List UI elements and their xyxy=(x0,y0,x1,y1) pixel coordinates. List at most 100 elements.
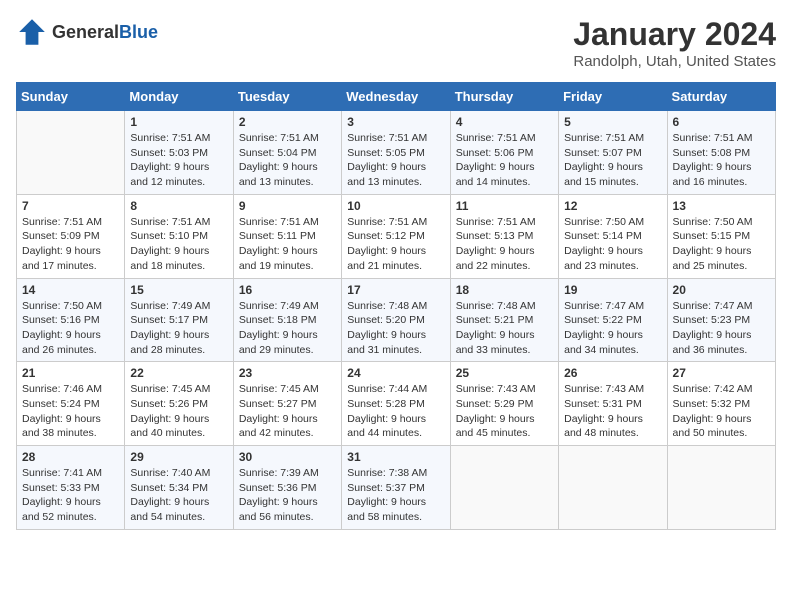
day-info: Sunrise: 7:45 AMSunset: 5:26 PMDaylight:… xyxy=(130,382,227,441)
day-number: 26 xyxy=(564,366,661,380)
calendar-header: SundayMondayTuesdayWednesdayThursdayFrid… xyxy=(17,83,776,111)
title-area: January 2024 Randolph, Utah, United Stat… xyxy=(573,16,776,70)
calendar-cell: 16 Sunrise: 7:49 AMSunset: 5:18 PMDayligh… xyxy=(233,278,341,362)
calendar-cell: 19 Sunrise: 7:47 AMSunset: 5:22 PMDayligh… xyxy=(559,278,667,362)
day-number: 24 xyxy=(347,366,444,380)
calendar-cell: 15 Sunrise: 7:49 AMSunset: 5:17 PMDayligh… xyxy=(125,278,233,362)
logo-blue-text: Blue xyxy=(119,22,158,42)
calendar-cell xyxy=(667,446,775,530)
calendar-cell xyxy=(17,111,125,195)
day-number: 30 xyxy=(239,450,336,464)
header-saturday: Saturday xyxy=(667,83,775,111)
day-info: Sunrise: 7:49 AMSunset: 5:18 PMDaylight:… xyxy=(239,299,336,358)
calendar-cell: 22 Sunrise: 7:45 AMSunset: 5:26 PMDayligh… xyxy=(125,362,233,446)
day-info: Sunrise: 7:44 AMSunset: 5:28 PMDaylight:… xyxy=(347,382,444,441)
calendar-cell xyxy=(450,446,558,530)
calendar-cell: 1Sunrise: 7:51 AMSunset: 5:03 PMDaylight… xyxy=(125,111,233,195)
day-info: Sunrise: 7:43 AMSunset: 5:31 PMDaylight:… xyxy=(564,382,661,441)
day-number: 21 xyxy=(22,366,119,380)
calendar-cell: 20 Sunrise: 7:47 AMSunset: 5:23 PMDayligh… xyxy=(667,278,775,362)
calendar-cell: 3 Sunrise: 7:51 AMSunset: 5:05 PMDaylight… xyxy=(342,111,450,195)
day-info: Sunrise: 7:47 AMSunset: 5:22 PMDaylight:… xyxy=(564,299,661,358)
calendar-cell: 28Sunrise: 7:41 AMSunset: 5:33 PMDayligh… xyxy=(17,446,125,530)
calendar-cell: 2 Sunrise: 7:51 AMSunset: 5:04 PMDaylight… xyxy=(233,111,341,195)
calendar-cell: 9Sunrise: 7:51 AMSunset: 5:11 PMDaylight… xyxy=(233,194,341,278)
calendar-cell: 25 Sunrise: 7:43 AMSunset: 5:29 PMDayligh… xyxy=(450,362,558,446)
header-tuesday: Tuesday xyxy=(233,83,341,111)
header-sunday: Sunday xyxy=(17,83,125,111)
day-info: Sunrise: 7:51 AMSunset: 5:13 PMDaylight:… xyxy=(456,215,553,274)
day-number: 19 xyxy=(564,283,661,297)
day-number: 11 xyxy=(456,199,553,213)
calendar-cell: 18Sunrise: 7:48 AMSunset: 5:21 PMDayligh… xyxy=(450,278,558,362)
day-number: 23 xyxy=(239,366,336,380)
day-number: 7 xyxy=(22,199,119,213)
subtitle: Randolph, Utah, United States xyxy=(573,53,776,70)
calendar-cell: 21 Sunrise: 7:46 AMSunset: 5:24 PMDayligh… xyxy=(17,362,125,446)
day-info: Sunrise: 7:51 AMSunset: 5:08 PMDaylight:… xyxy=(673,131,770,190)
day-number: 17 xyxy=(347,283,444,297)
week-row-2: 7 Sunrise: 7:51 AMSunset: 5:09 PMDaylight… xyxy=(17,194,776,278)
header-friday: Friday xyxy=(559,83,667,111)
logo-icon xyxy=(16,16,48,48)
week-row-4: 21 Sunrise: 7:46 AMSunset: 5:24 PMDayligh… xyxy=(17,362,776,446)
day-info: Sunrise: 7:51 AMSunset: 5:06 PMDaylight:… xyxy=(456,131,553,190)
calendar-table: SundayMondayTuesdayWednesdayThursdayFrid… xyxy=(16,82,776,530)
calendar-cell: 14 Sunrise: 7:50 AMSunset: 5:16 PMDayligh… xyxy=(17,278,125,362)
calendar-cell: 10Sunrise: 7:51 AMSunset: 5:12 PMDayligh… xyxy=(342,194,450,278)
day-info: Sunrise: 7:51 AMSunset: 5:09 PMDaylight:… xyxy=(22,215,119,274)
day-info: Sunrise: 7:51 AMSunset: 5:12 PMDaylight:… xyxy=(347,215,444,274)
calendar-cell: 8 Sunrise: 7:51 AMSunset: 5:10 PMDaylight… xyxy=(125,194,233,278)
day-info: Sunrise: 7:38 AMSunset: 5:37 PMDaylight:… xyxy=(347,466,444,525)
calendar-cell: 12Sunrise: 7:50 AMSunset: 5:14 PMDayligh… xyxy=(559,194,667,278)
logo-general-text: General xyxy=(52,22,119,42)
calendar-cell: 17 Sunrise: 7:48 AMSunset: 5:20 PMDayligh… xyxy=(342,278,450,362)
day-number: 15 xyxy=(130,283,227,297)
day-info: Sunrise: 7:47 AMSunset: 5:23 PMDaylight:… xyxy=(673,299,770,358)
header-row: SundayMondayTuesdayWednesdayThursdayFrid… xyxy=(17,83,776,111)
day-info: Sunrise: 7:41 AMSunset: 5:33 PMDaylight:… xyxy=(22,466,119,525)
calendar-cell: 13 Sunrise: 7:50 AMSunset: 5:15 PMDayligh… xyxy=(667,194,775,278)
day-info: Sunrise: 7:51 AMSunset: 5:10 PMDaylight:… xyxy=(130,215,227,274)
day-number: 1 xyxy=(130,115,227,129)
day-info: Sunrise: 7:45 AMSunset: 5:27 PMDaylight:… xyxy=(239,382,336,441)
week-row-5: 28Sunrise: 7:41 AMSunset: 5:33 PMDayligh… xyxy=(17,446,776,530)
calendar-cell: 11 Sunrise: 7:51 AMSunset: 5:13 PMDayligh… xyxy=(450,194,558,278)
day-number: 20 xyxy=(673,283,770,297)
day-number: 14 xyxy=(22,283,119,297)
day-number: 18 xyxy=(456,283,553,297)
calendar-cell: 23 Sunrise: 7:45 AMSunset: 5:27 PMDayligh… xyxy=(233,362,341,446)
day-info: Sunrise: 7:51 AMSunset: 5:04 PMDaylight:… xyxy=(239,131,336,190)
day-number: 3 xyxy=(347,115,444,129)
day-number: 22 xyxy=(130,366,227,380)
week-row-3: 14 Sunrise: 7:50 AMSunset: 5:16 PMDayligh… xyxy=(17,278,776,362)
day-number: 29 xyxy=(130,450,227,464)
day-number: 6 xyxy=(673,115,770,129)
day-info: Sunrise: 7:51 AMSunset: 5:05 PMDaylight:… xyxy=(347,131,444,190)
calendar-cell: 6 Sunrise: 7:51 AMSunset: 5:08 PMDaylight… xyxy=(667,111,775,195)
header-thursday: Thursday xyxy=(450,83,558,111)
day-info: Sunrise: 7:49 AMSunset: 5:17 PMDaylight:… xyxy=(130,299,227,358)
calendar-cell: 5Sunrise: 7:51 AMSunset: 5:07 PMDaylight… xyxy=(559,111,667,195)
day-info: Sunrise: 7:48 AMSunset: 5:20 PMDaylight:… xyxy=(347,299,444,358)
day-number: 25 xyxy=(456,366,553,380)
day-info: Sunrise: 7:43 AMSunset: 5:29 PMDaylight:… xyxy=(456,382,553,441)
calendar-cell: 29Sunrise: 7:40 AMSunset: 5:34 PMDayligh… xyxy=(125,446,233,530)
day-number: 4 xyxy=(456,115,553,129)
day-number: 13 xyxy=(673,199,770,213)
day-number: 16 xyxy=(239,283,336,297)
day-info: Sunrise: 7:51 AMSunset: 5:11 PMDaylight:… xyxy=(239,215,336,274)
day-number: 2 xyxy=(239,115,336,129)
day-number: 31 xyxy=(347,450,444,464)
day-info: Sunrise: 7:50 AMSunset: 5:15 PMDaylight:… xyxy=(673,215,770,274)
day-info: Sunrise: 7:46 AMSunset: 5:24 PMDaylight:… xyxy=(22,382,119,441)
main-title: January 2024 xyxy=(573,16,776,53)
day-number: 27 xyxy=(673,366,770,380)
day-info: Sunrise: 7:50 AMSunset: 5:16 PMDaylight:… xyxy=(22,299,119,358)
day-number: 8 xyxy=(130,199,227,213)
header: GeneralBlue January 2024 Randolph, Utah,… xyxy=(16,16,776,70)
day-info: Sunrise: 7:42 AMSunset: 5:32 PMDaylight:… xyxy=(673,382,770,441)
day-number: 5 xyxy=(564,115,661,129)
calendar-cell: 31 Sunrise: 7:38 AMSunset: 5:37 PMDayligh… xyxy=(342,446,450,530)
day-number: 12 xyxy=(564,199,661,213)
